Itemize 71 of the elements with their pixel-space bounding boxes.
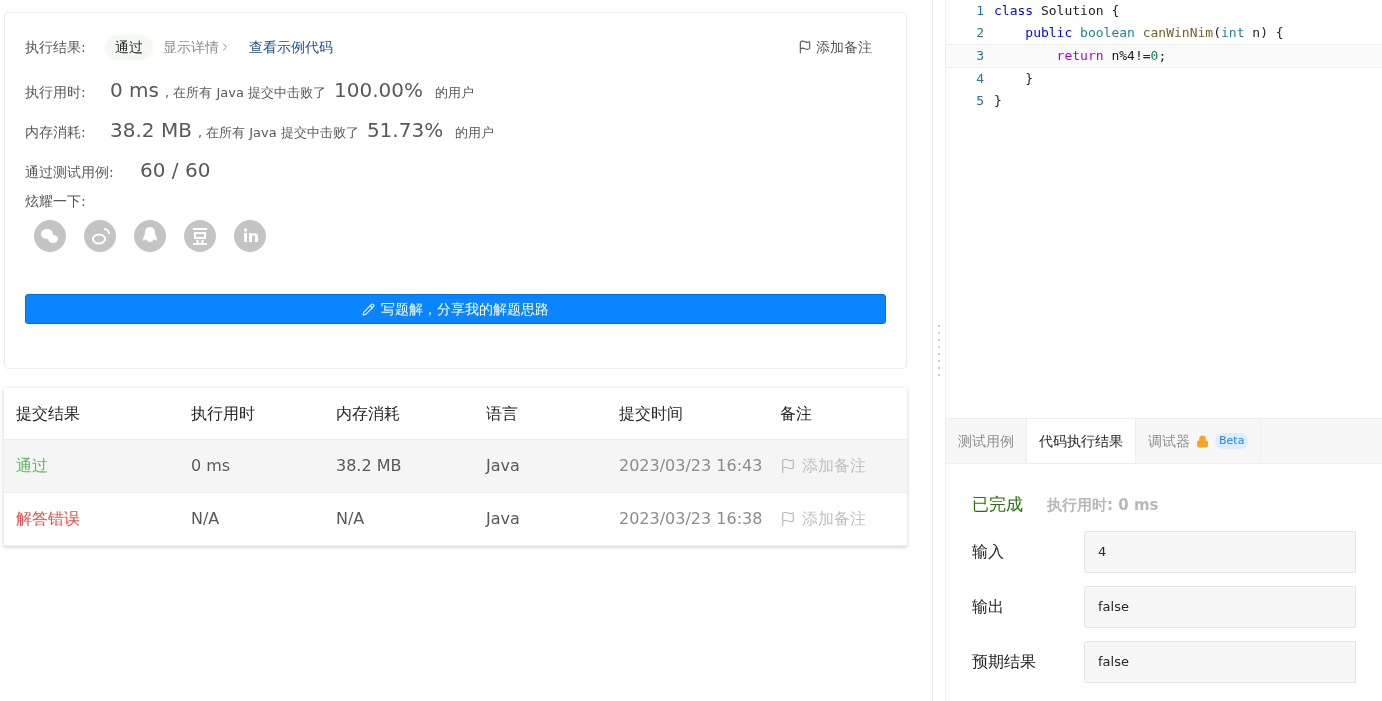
table-cell-text: Java bbox=[486, 455, 521, 477]
column-header: 语言 bbox=[486, 402, 519, 425]
line-number: 3 bbox=[975, 47, 985, 65]
line-number: 2 bbox=[975, 24, 985, 42]
write-solution-button[interactable]: 写题解，分享我的解题思路 bbox=[25, 294, 886, 324]
share-icon[interactable] bbox=[234, 220, 266, 252]
result-label: 执行结果: bbox=[25, 37, 87, 57]
panel-tab[interactable]: 调试器 Beta bbox=[1136, 419, 1262, 463]
tab-label: 调试器 bbox=[1148, 431, 1190, 451]
tests-label: 通过测试用例: bbox=[25, 163, 115, 182]
beta-badge: Beta bbox=[1215, 432, 1249, 450]
table-cell-text: 2023/03/23 16:43 bbox=[619, 455, 764, 477]
panel-tab[interactable]: 代码执行结果 bbox=[1027, 419, 1136, 463]
tab-label: 代码执行结果 bbox=[1039, 431, 1123, 451]
result-field: 4 bbox=[1084, 531, 1356, 573]
stat-value: 0 ms bbox=[110, 77, 159, 104]
table-cell-text: N/A bbox=[336, 508, 366, 530]
table-cell-text: N/A bbox=[191, 508, 221, 530]
submission-row[interactable]: 解答错误 N/A N/A Java 2023/03/23 16:38 添加备注 bbox=[4, 493, 907, 546]
stat-percent: 100.00% bbox=[334, 77, 423, 104]
stat-suffix: 的用户 bbox=[434, 84, 474, 102]
stat-label: 执行用时: bbox=[25, 83, 87, 102]
stat-value: 38.2 MB bbox=[110, 117, 192, 144]
table-cell-text: Java bbox=[486, 508, 521, 530]
pencil-icon bbox=[362, 302, 375, 316]
column-header: 备注 bbox=[780, 402, 813, 425]
field-label: 输出 bbox=[972, 596, 1005, 618]
result-field: false bbox=[1084, 586, 1356, 628]
code-line: } bbox=[1024, 70, 1034, 88]
flag-icon bbox=[798, 40, 812, 54]
share-icon[interactable] bbox=[134, 220, 166, 252]
sample-code-link[interactable]: 查看示例代码 bbox=[249, 36, 333, 58]
line-number: 4 bbox=[975, 70, 985, 88]
field-label: 预期结果 bbox=[972, 651, 1037, 673]
share-icon[interactable] bbox=[184, 220, 216, 252]
result-field: false bbox=[1084, 641, 1356, 683]
tests-value: 60 / 60 bbox=[140, 157, 211, 184]
code-line: public boolean canWinNim(int n) { bbox=[1024, 24, 1284, 42]
status-link[interactable]: 通过 bbox=[16, 454, 191, 478]
add-note-button[interactable]: 添加备注 bbox=[798, 36, 872, 58]
table-cell-text: 0 ms bbox=[191, 455, 232, 477]
column-header: 提交结果 bbox=[16, 402, 81, 425]
table-cell-text: 2023/03/23 16:38 bbox=[619, 508, 764, 530]
table-cell-text: 38.2 MB bbox=[336, 455, 403, 477]
flag-icon bbox=[780, 458, 796, 474]
code-editor[interactable]: 1 class Solution { 2 public boolean canWinNim(int n) { 3 return n%4!=0; 4 } 5 } bbox=[946, 0, 1382, 418]
flag-icon bbox=[780, 511, 796, 527]
line-number: 1 bbox=[975, 2, 985, 20]
run-time: 执行用时: 0 ms bbox=[1047, 495, 1159, 516]
column-header: 执行用时 bbox=[191, 402, 256, 425]
line-number: 5 bbox=[975, 92, 985, 110]
code-line: class Solution { bbox=[994, 2, 1120, 20]
status-link[interactable]: 解答错误 bbox=[16, 507, 191, 531]
stat-text: , 在所有 Java 提交中击败了 bbox=[197, 124, 359, 142]
code-line: return n%4!=0; bbox=[1055, 47, 1167, 65]
column-header: 内存消耗 bbox=[336, 402, 401, 425]
run-status: 已完成 bbox=[972, 493, 1023, 516]
field-label: 输入 bbox=[972, 541, 1005, 563]
stat-percent: 51.73% bbox=[366, 117, 444, 144]
details-link[interactable]: 显示详情 bbox=[163, 36, 231, 58]
share-label: 炫耀一下: bbox=[25, 192, 87, 211]
drag-handle-icon[interactable] bbox=[937, 322, 941, 379]
stat-label: 内存消耗: bbox=[25, 123, 87, 142]
code-line: } bbox=[994, 92, 1002, 110]
tab-label: 测试用例 bbox=[958, 431, 1014, 451]
stat-text: , 在所有 Java 提交中击败了 bbox=[165, 84, 326, 102]
share-icon[interactable] bbox=[84, 220, 116, 252]
column-header: 提交时间 bbox=[619, 402, 684, 425]
share-icon[interactable] bbox=[34, 220, 66, 252]
status-badge: 通过 bbox=[105, 34, 153, 60]
stat-suffix: 的用户 bbox=[455, 124, 495, 142]
